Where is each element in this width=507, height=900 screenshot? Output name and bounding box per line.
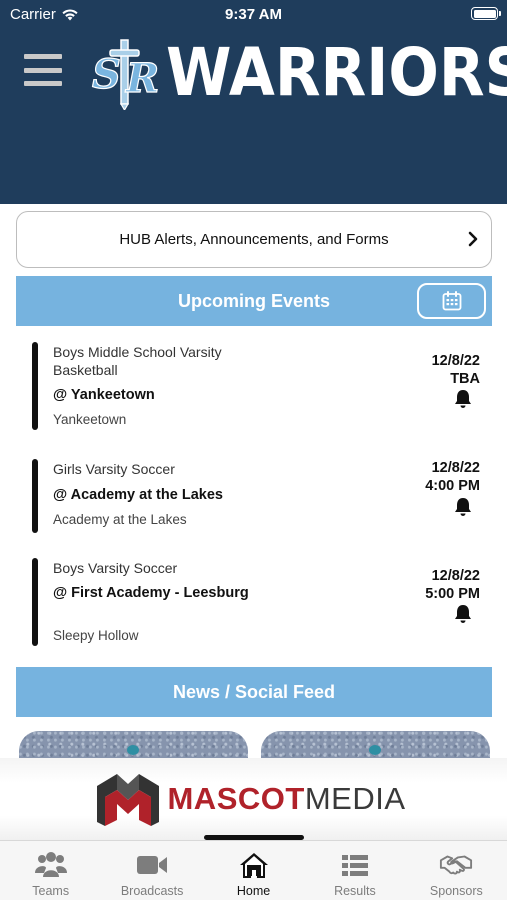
app-header: Carrier 9:37 AM S R WARRIORS [0,0,507,204]
tab-label: Broadcasts [120,884,184,898]
upcoming-events-header: Upcoming Events [16,276,492,326]
tab-label: Sponsors [429,884,483,898]
hamburger-menu-icon[interactable] [24,54,62,86]
event-opponent: @ Yankeetown [53,387,155,403]
event-date: 12/8/22 [431,568,480,584]
svg-text:R: R [125,55,159,102]
team-name: WARRIORS [166,34,507,111]
event-time: TBA [450,371,480,387]
tab-label: Home [236,884,271,898]
event-date: 12/8/22 [431,353,480,369]
sr-sword-logo-icon: S R [91,39,160,110]
event-time: 4:00 PM [425,478,480,494]
event-item[interactable]: Boys Varsity Soccer @ First Academy - Le… [32,558,484,648]
news-feed-title: News / Social Feed [172,681,336,702]
event-sport: Girls Varsity Soccer [53,461,175,477]
event-sport: Boys Varsity Soccer [53,560,178,576]
video-camera-icon [137,856,168,874]
event-accent-bar [32,459,38,533]
event-accent-bar [32,558,38,646]
team-logo: S R WARRIORS [88,36,507,110]
sponsor-name: MASCOTMEDIA [167,781,406,816]
event-time: 5:00 PM [425,586,480,602]
event-sport: Boys Middle School Varsity Basketball [53,344,222,378]
hub-alerts-button[interactable]: HUB Alerts, Announcements, and Forms [16,211,492,268]
chevron-right-icon [468,231,478,247]
status-time: 9:37 AM [225,6,282,23]
house-icon [239,853,268,878]
event-accent-bar [32,342,38,430]
tab-label: Teams [32,884,70,898]
event-item[interactable]: Girls Varsity Soccer @ Academy at the La… [32,459,484,534]
event-location: Yankeetown [53,412,127,427]
bell-icon[interactable] [452,603,474,625]
people-icon [34,852,67,877]
calendar-icon [442,291,461,311]
calendar-button[interactable] [417,283,486,319]
tab-sponsors[interactable]: Sponsors [406,841,507,900]
news-feed-header: News / Social Feed [16,667,492,717]
bell-icon[interactable] [452,388,474,410]
event-item[interactable]: Boys Middle School Varsity Basketball @ … [32,342,484,432]
bell-icon[interactable] [452,496,474,518]
upcoming-events-title: Upcoming Events [177,290,331,311]
sponsor-banner[interactable]: MASCOTMEDIA [0,758,507,840]
handshake-icon [440,855,473,875]
svg-text:S: S [92,51,121,98]
battery-icon [471,7,501,20]
event-opponent: @ First Academy - Leesburg [53,585,249,601]
tab-broadcasts[interactable]: Broadcasts [101,841,202,900]
event-location: Sleepy Hollow [53,628,139,643]
tab-home[interactable]: Home [203,841,304,900]
mascot-media-logo-icon [97,774,160,826]
hub-alerts-label: HUB Alerts, Announcements, and Forms [119,231,389,248]
tab-bar: Teams Broadcasts Home Results Sponsors [0,840,507,900]
status-bar: Carrier 9:37 AM [0,0,507,28]
tab-label: Results [334,884,376,898]
tab-results[interactable]: Results [304,841,405,900]
list-icon [341,855,368,876]
event-location: Academy at the Lakes [53,512,187,527]
tab-teams[interactable]: Teams [0,841,101,900]
event-opponent: @ Academy at the Lakes [53,487,223,503]
event-date: 12/8/22 [431,460,480,476]
